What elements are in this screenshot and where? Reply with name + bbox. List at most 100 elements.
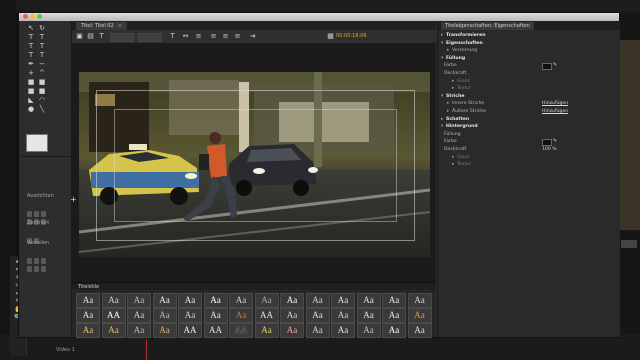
property-row[interactable]: ▸ Verzerrung (438, 47, 629, 54)
title-style-swatch[interactable]: Aa (152, 308, 177, 323)
title-style-swatch[interactable]: Aa (152, 323, 177, 338)
property-row[interactable]: ▾ Hintergrund (438, 123, 623, 130)
rotate-icon[interactable]: ↻ (38, 25, 46, 32)
title-style-swatch[interactable]: Aa (382, 293, 406, 308)
rounded-corner-icon[interactable]: ■ (38, 88, 46, 95)
align-center-icon[interactable]: ≡ (221, 32, 230, 41)
property-row[interactable]: ▾ Striche (438, 93, 623, 100)
title-style-swatch[interactable]: Aa (407, 323, 432, 338)
title-style-swatch[interactable]: Aa (203, 293, 228, 308)
title-style-swatch[interactable]: Aa (178, 308, 202, 323)
minimize-window-button[interactable] (30, 14, 35, 19)
title-style-swatch[interactable]: AA (229, 323, 253, 338)
add-stroke-link[interactable]: Hinzufügen (542, 100, 568, 107)
property-value[interactable]: 100 % (542, 146, 557, 153)
property-row[interactable]: ▾ Eigenschaften (438, 40, 623, 47)
area-type-icon[interactable]: T (27, 43, 35, 50)
title-style-swatch[interactable]: Aa (254, 293, 279, 308)
playhead[interactable] (146, 340, 147, 360)
title-style-swatch[interactable]: Aa (356, 323, 381, 338)
property-row[interactable]: ▸ Äußere Striche Hinzufügen (438, 108, 629, 115)
title-style-swatch[interactable]: Aa (280, 293, 304, 308)
title-style-swatch[interactable]: AA (178, 323, 202, 338)
title-style-swatch[interactable]: Aa (331, 293, 355, 308)
roll-crawl-icon[interactable]: ▤ (86, 32, 95, 41)
add-stroke-link[interactable]: Hinzufügen (542, 108, 568, 115)
delete-anchor-icon[interactable]: − (38, 61, 46, 68)
title-style-swatch[interactable]: AA (101, 308, 126, 323)
title-style-swatch[interactable]: Aa (331, 323, 355, 338)
eyedropper-icon[interactable]: ✎ (553, 138, 557, 145)
title-style-swatch[interactable]: Aa (76, 308, 100, 323)
property-row[interactable]: ▸ Textur (438, 161, 634, 168)
show-background-video-icon[interactable]: ▦ (326, 32, 335, 41)
rounded-rectangle-icon[interactable]: ■ (27, 88, 35, 95)
new-title-icon[interactable]: ▣ (75, 32, 84, 41)
kerning-icon[interactable]: ↔ (181, 32, 190, 41)
text-field-icon[interactable]: T (97, 32, 106, 41)
distribute-button[interactable] (34, 266, 39, 272)
clipped-rectangle-icon[interactable]: ■ (38, 79, 46, 86)
title-style-swatch[interactable]: Aa (127, 323, 151, 338)
title-style-swatch[interactable]: Aa (254, 323, 279, 338)
wedge-icon[interactable]: ◣ (27, 97, 35, 104)
title-style-swatch[interactable]: Aa (101, 293, 126, 308)
tab-title-editor[interactable]: Titel: Titel 02 ≡ (76, 22, 127, 30)
line-icon[interactable]: ╲ (38, 106, 46, 113)
align-left-icon[interactable]: ≡ (209, 32, 218, 41)
panel-menu-icon[interactable]: ≡ (118, 23, 122, 29)
title-style-swatch[interactable]: Aa (101, 323, 126, 338)
font-style-dropdown[interactable] (138, 33, 162, 42)
title-style-swatch[interactable]: Aa (229, 293, 253, 308)
title-style-swatch[interactable]: Aa (203, 308, 228, 323)
convert-anchor-icon[interactable]: ^ (38, 70, 46, 77)
ellipse-icon[interactable]: ● (27, 106, 35, 113)
align-right-icon[interactable]: ≡ (233, 32, 242, 41)
title-style-swatch[interactable]: Aa (127, 308, 151, 323)
title-style-swatch[interactable]: Aa (382, 308, 406, 323)
font-family-dropdown[interactable] (110, 33, 134, 42)
title-style-swatch[interactable]: Aa (76, 323, 100, 338)
timecode[interactable]: 00:00:18:06 (336, 33, 367, 39)
title-style-swatch[interactable]: Aa (356, 308, 381, 323)
title-style-swatch[interactable]: Aa (305, 293, 330, 308)
title-style-swatch[interactable]: Aa (76, 293, 100, 308)
path-type-icon[interactable]: T (27, 52, 35, 59)
title-style-swatch[interactable]: Aa (407, 308, 432, 323)
property-row[interactable]: ▸ Glanz (438, 154, 634, 161)
property-row[interactable]: ▸ Textur (438, 85, 634, 92)
eyedropper-icon[interactable]: ✎ (553, 62, 557, 69)
zoom-window-button[interactable] (37, 14, 42, 19)
property-row[interactable]: ▸ Schatten (438, 116, 623, 123)
property-row[interactable]: ▸ Transformieren (438, 32, 623, 39)
close-window-button[interactable] (23, 14, 28, 19)
tab-title-properties[interactable]: Titeleigenschaften: Eigenschaften (441, 22, 534, 30)
title-style-swatch[interactable]: Aa (178, 293, 202, 308)
distribute-button[interactable] (27, 266, 32, 272)
title-style-swatch[interactable]: Aa (229, 308, 253, 323)
leading-icon[interactable]: ≡ (194, 32, 203, 41)
window-titlebar[interactable] (19, 13, 619, 21)
vertical-area-type-icon[interactable]: T (38, 43, 46, 50)
title-style-swatch[interactable]: Aa (280, 308, 304, 323)
title-style-swatch[interactable]: Aa (152, 293, 177, 308)
property-row[interactable]: ▸ Glanz (438, 78, 634, 85)
title-style-swatch[interactable]: Aa (305, 323, 330, 338)
vertical-type-icon[interactable]: T (38, 34, 46, 41)
title-style-swatch[interactable]: AA (203, 323, 228, 338)
timeline-button[interactable] (621, 240, 637, 248)
property-row[interactable]: ▾ Füllung (438, 55, 623, 62)
pen-icon[interactable]: ✒ (27, 61, 35, 68)
title-style-swatch[interactable]: Aa (331, 308, 355, 323)
property-row[interactable]: ▸ Innere Striche Hinzufügen (438, 100, 629, 107)
type-icon[interactable]: T (27, 34, 35, 41)
title-style-swatch[interactable]: Aa (356, 293, 381, 308)
title-style-swatch[interactable]: Aa (305, 308, 330, 323)
arc-icon[interactable]: ◠ (38, 97, 46, 104)
font-size-icon[interactable]: T (168, 32, 177, 41)
title-canvas[interactable]: + (70, 44, 436, 282)
selection-icon[interactable]: ↖ (27, 25, 35, 32)
distribute-button[interactable] (41, 266, 46, 272)
title-style-swatch[interactable]: Aa (127, 293, 151, 308)
rectangle-icon[interactable]: ■ (27, 79, 35, 86)
